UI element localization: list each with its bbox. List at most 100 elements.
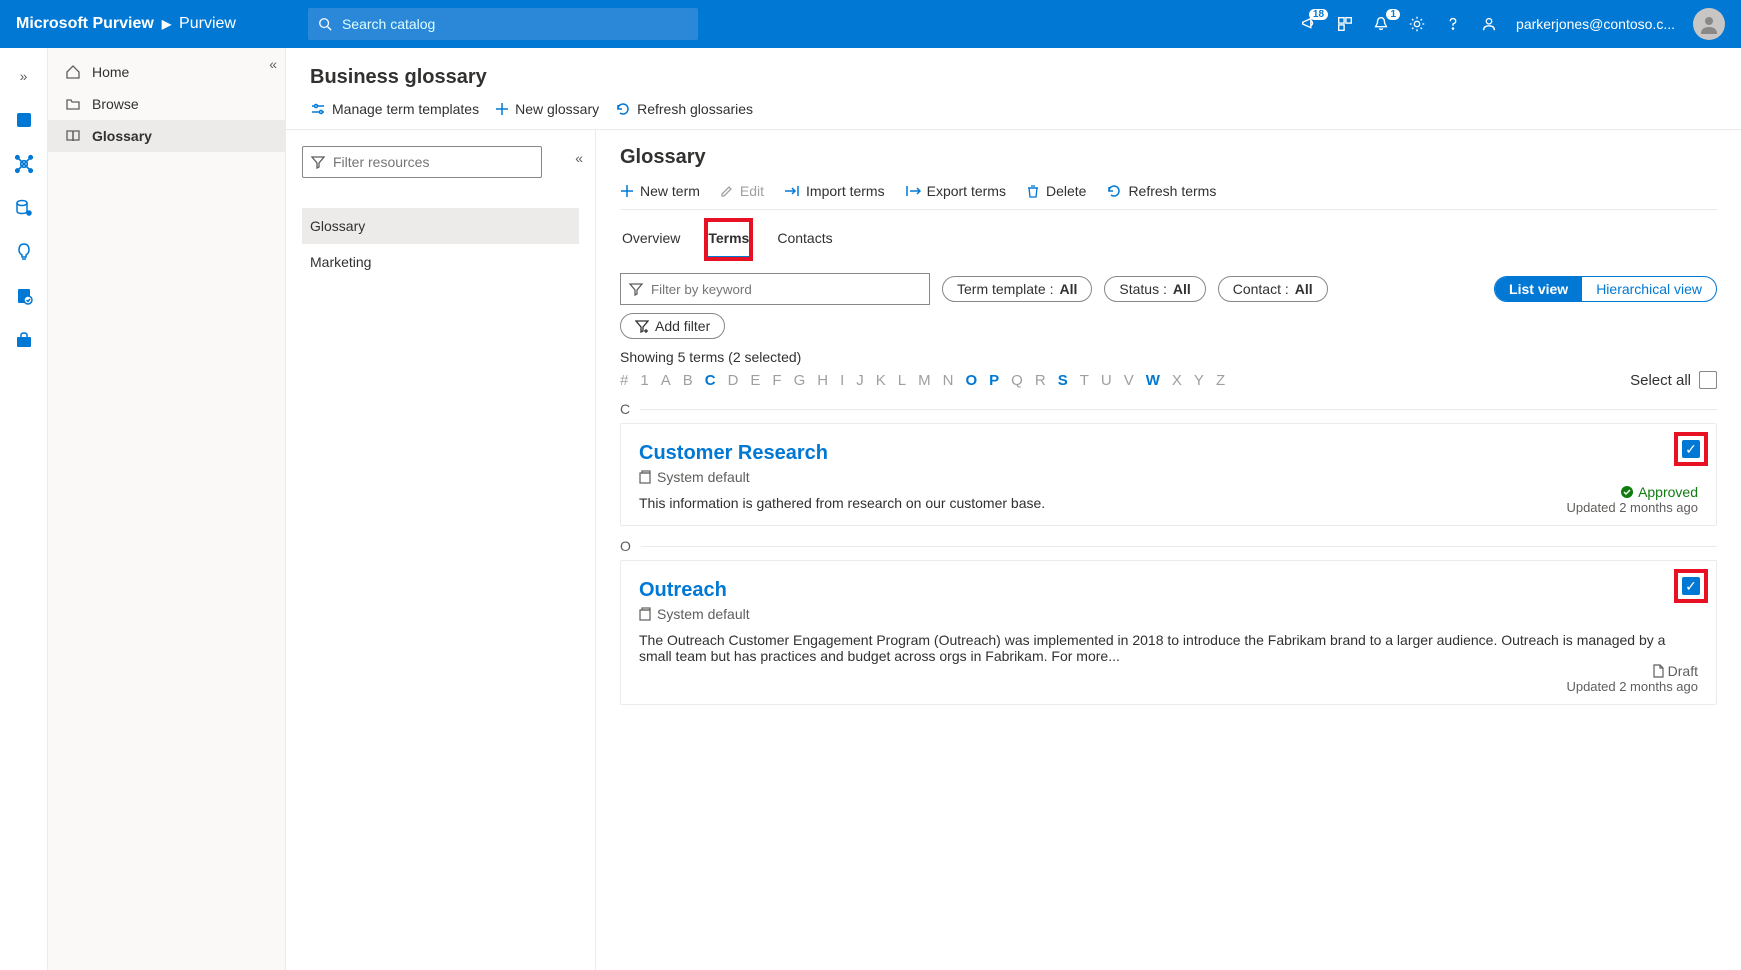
alpha-letter[interactable]: Q <box>1011 372 1023 389</box>
detail-panel: Glossary New term Edit Import terms Expo… <box>596 130 1741 970</box>
term-checkbox-wrap[interactable]: ✓ <box>1678 573 1704 599</box>
alpha-letter[interactable]: P <box>989 372 999 389</box>
hierarchical-view-option[interactable]: Hierarchical view <box>1582 277 1716 301</box>
term-updated: Updated 2 months ago <box>1566 679 1698 694</box>
select-all-checkbox[interactable] <box>1699 371 1717 389</box>
alpha-letter[interactable]: O <box>965 372 977 389</box>
rail-policy-icon[interactable] <box>4 276 44 316</box>
nav-item-glossary[interactable]: Glossary <box>48 120 285 152</box>
alpha-letter[interactable]: K <box>876 372 886 389</box>
alpha-letter[interactable]: I <box>840 372 844 389</box>
alpha-index: # 1 A B C D E F G H I J K L M N O <box>620 371 1717 389</box>
refresh-terms-button[interactable]: Refresh terms <box>1106 183 1216 199</box>
alpha-letter[interactable]: H <box>817 372 828 389</box>
alpha-letter[interactable]: L <box>898 372 906 389</box>
alpha-letter[interactable]: # <box>620 372 628 389</box>
rail-expand-icon[interactable]: » <box>4 56 44 96</box>
alpha-letter[interactable]: T <box>1080 372 1089 389</box>
alpha-letter[interactable]: J <box>856 372 864 389</box>
contact-filter[interactable]: Contact : All <box>1218 276 1328 302</box>
resources-collapse-icon[interactable]: « <box>575 150 583 166</box>
alpha-letter[interactable]: G <box>794 372 806 389</box>
alpha-letter[interactable]: F <box>772 372 781 389</box>
alpha-letter[interactable]: X <box>1172 372 1182 389</box>
rail-catalog-icon[interactable] <box>4 100 44 140</box>
notifications-badge: 1 <box>1386 9 1400 20</box>
breadcrumb-current[interactable]: Purview <box>179 15 236 33</box>
term-checkbox[interactable]: ✓ <box>1682 577 1700 595</box>
rail-insights-icon[interactable] <box>4 232 44 272</box>
alpha-letter[interactable]: S <box>1058 372 1068 389</box>
term-title-link[interactable]: Outreach <box>639 579 1698 602</box>
term-checkbox-wrap[interactable]: ✓ <box>1678 436 1704 462</box>
alpha-letter[interactable]: V <box>1124 372 1134 389</box>
group-letter: O <box>620 538 1717 554</box>
alpha-letter[interactable]: Z <box>1216 372 1225 389</box>
tab-contacts[interactable]: Contacts <box>775 220 834 259</box>
edit-button: Edit <box>720 183 764 199</box>
avatar[interactable] <box>1693 8 1725 40</box>
new-glossary-button[interactable]: New glossary <box>495 101 599 117</box>
header-actions: 18 1 parkerjones@contoso.c... <box>1300 8 1725 40</box>
resource-item-marketing[interactable]: Marketing <box>302 244 579 280</box>
plus-icon <box>620 184 634 198</box>
alpha-letter[interactable]: R <box>1035 372 1046 389</box>
resource-item-glossary[interactable]: Glossary <box>302 208 579 244</box>
brand-title: Microsoft Purview <box>16 15 154 33</box>
rail-data-icon[interactable] <box>4 188 44 228</box>
alpha-letter[interactable]: Y <box>1194 372 1204 389</box>
alpha-letter[interactable]: M <box>918 372 931 389</box>
import-terms-button[interactable]: Import terms <box>784 183 885 199</box>
pencil-icon <box>720 184 734 198</box>
announcements-icon[interactable]: 18 <box>1300 15 1318 33</box>
notifications-icon[interactable]: 1 <box>1372 15 1390 33</box>
plus-icon <box>495 102 509 116</box>
sliders-icon <box>310 101 326 117</box>
manage-templates-button[interactable]: Manage term templates <box>310 101 479 117</box>
user-email[interactable]: parkerjones@contoso.c... <box>1516 16 1675 32</box>
alpha-letter[interactable]: A <box>661 372 671 389</box>
add-filter-button[interactable]: Add filter <box>620 313 725 339</box>
status-filter[interactable]: Status : All <box>1104 276 1205 302</box>
check-circle-icon <box>1620 485 1634 499</box>
feedback-icon[interactable] <box>1336 15 1354 33</box>
tab-terms[interactable]: Terms <box>706 220 751 259</box>
alpha-letter[interactable]: C <box>705 372 716 389</box>
search-box[interactable] <box>308 8 698 40</box>
rail-map-icon[interactable] <box>4 144 44 184</box>
new-term-button[interactable]: New term <box>620 183 700 199</box>
term-description: This information is gathered from resear… <box>639 495 1698 511</box>
folder-icon <box>64 96 82 112</box>
keyword-filter-input[interactable] <box>620 273 930 305</box>
filters-row: Term template : All Status : All Contact… <box>620 273 1717 305</box>
trash-icon <box>1026 184 1040 198</box>
filter-resources-input[interactable] <box>302 146 542 178</box>
list-view-option[interactable]: List view <box>1495 277 1582 301</box>
alpha-letter[interactable]: U <box>1101 372 1112 389</box>
refresh-glossaries-button[interactable]: Refresh glossaries <box>615 101 753 117</box>
settings-icon[interactable] <box>1408 15 1426 33</box>
search-input[interactable] <box>340 15 688 33</box>
select-all[interactable]: Select all <box>1630 371 1717 389</box>
alpha-letter[interactable]: E <box>750 372 760 389</box>
nav-item-browse[interactable]: Browse <box>48 88 285 120</box>
content-area: Business glossary Manage term templates … <box>286 48 1741 970</box>
search-icon <box>318 17 332 31</box>
rail-management-icon[interactable] <box>4 320 44 360</box>
alpha-letter[interactable]: B <box>683 372 693 389</box>
help-icon[interactable] <box>1444 15 1462 33</box>
term-title-link[interactable]: Customer Research <box>639 442 1698 465</box>
nav-collapse-icon[interactable]: « <box>269 56 277 72</box>
delete-button[interactable]: Delete <box>1026 183 1086 199</box>
term-template-filter[interactable]: Term template : All <box>942 276 1092 302</box>
tab-overview[interactable]: Overview <box>620 220 682 259</box>
account-icon[interactable] <box>1480 15 1498 33</box>
alpha-letter[interactable]: N <box>943 372 954 389</box>
nav-item-home[interactable]: Home <box>48 56 285 88</box>
app-header: Microsoft Purview ▶ Purview 18 1 park <box>0 0 1741 48</box>
term-checkbox[interactable]: ✓ <box>1682 440 1700 458</box>
export-terms-button[interactable]: Export terms <box>905 183 1006 199</box>
alpha-letter[interactable]: 1 <box>640 372 648 389</box>
alpha-letter[interactable]: W <box>1146 372 1160 389</box>
alpha-letter[interactable]: D <box>728 372 739 389</box>
